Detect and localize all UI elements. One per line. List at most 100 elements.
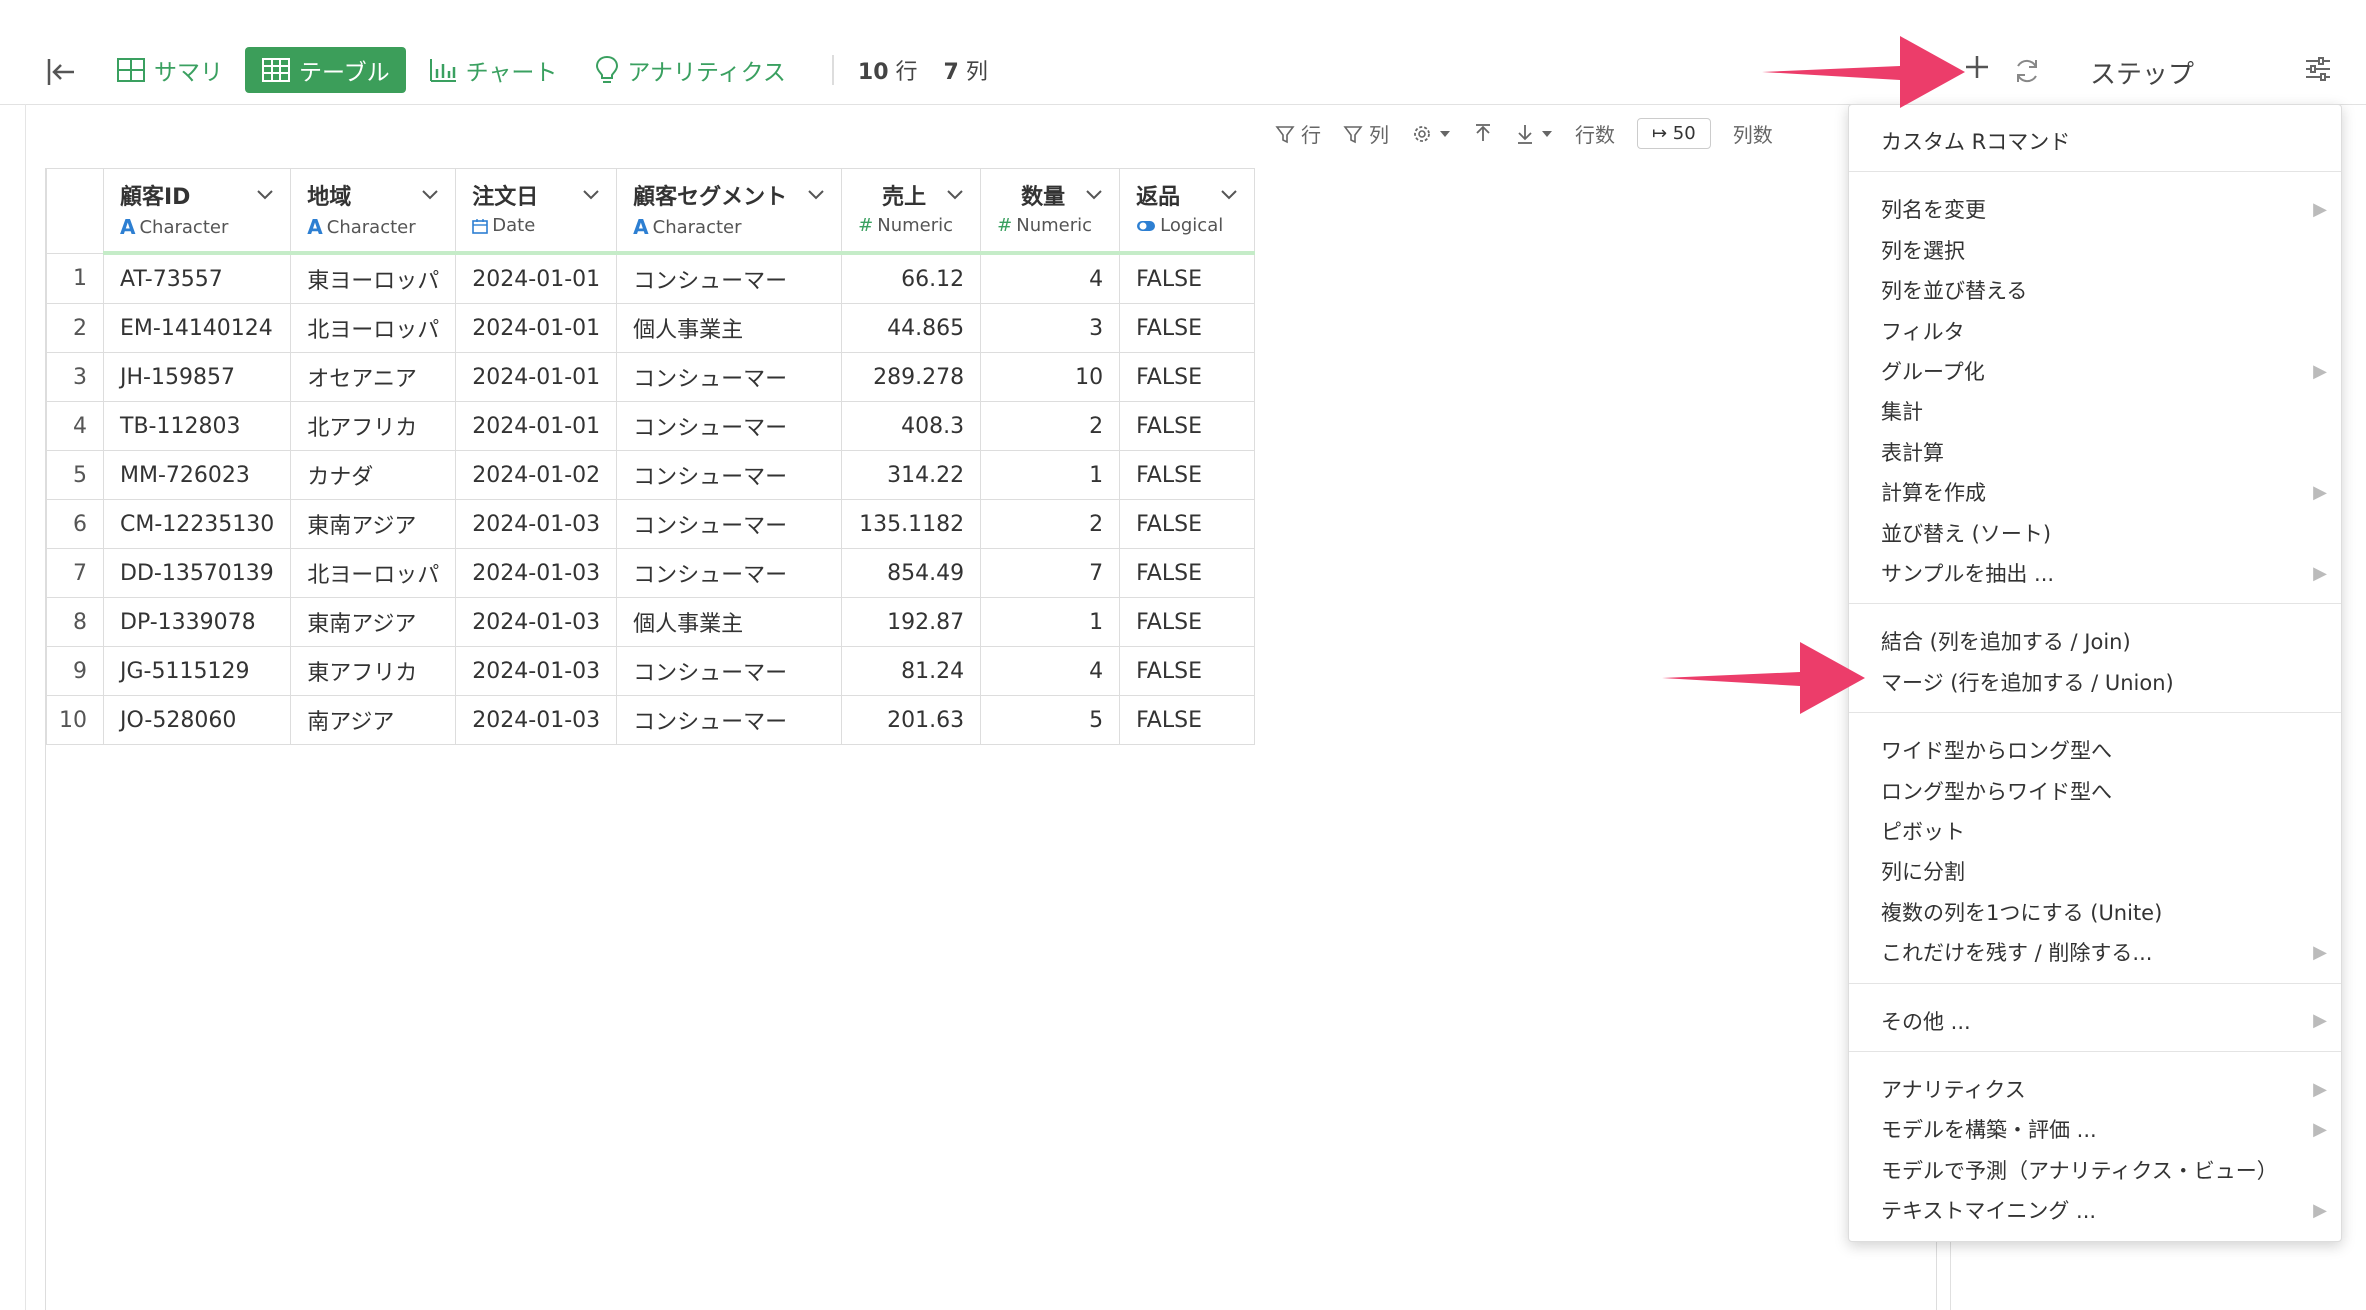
column-filter-button[interactable]: 列 bbox=[1343, 119, 1389, 148]
table-cell: 192.87 bbox=[841, 597, 982, 647]
numeric-type-icon: # bbox=[858, 215, 874, 236]
table-cell: 2024-01-03 bbox=[455, 597, 618, 647]
table-cell: 北ヨーロッパ bbox=[290, 303, 457, 353]
menu-item[interactable]: カスタム Rコマンド bbox=[1881, 123, 2327, 159]
tab-chart[interactable]: チャート bbox=[412, 47, 574, 93]
column-type-label: Character bbox=[652, 216, 742, 238]
menu-item[interactable]: 列を並び替える bbox=[1881, 272, 2327, 308]
menu-item[interactable]: 集計 bbox=[1881, 393, 2327, 429]
chevron-down-icon[interactable] bbox=[256, 189, 274, 201]
table-row: 8 DP-1339078 東南アジア 2024-01-03 個人事業主 192.87 1 FA… bbox=[46, 597, 1256, 647]
chevron-down-icon[interactable] bbox=[1220, 189, 1238, 201]
table-cell: 2024-01-03 bbox=[455, 548, 618, 598]
table-cell: 個人事業主 bbox=[616, 303, 843, 353]
menu-item[interactable]: 計算を作成 ▶ bbox=[1881, 474, 2327, 510]
menu-item[interactable]: ピボット bbox=[1881, 813, 2327, 849]
tab-analytics[interactable]: アナリティクス bbox=[579, 47, 801, 93]
menu-item[interactable]: サンプルを抽出 ... ▶ bbox=[1881, 555, 2327, 591]
lightbulb-icon bbox=[596, 55, 619, 83]
menu-item[interactable]: フィルタ bbox=[1881, 313, 2327, 349]
table-cell: 4 bbox=[980, 646, 1121, 696]
menu-item-label: テキストマイニング ... bbox=[1881, 1199, 2097, 1224]
menu-item[interactable]: グループ化 ▶ bbox=[1881, 353, 2327, 389]
column-header[interactable]: 顧客セグメント A Character bbox=[616, 168, 843, 255]
upload-icon[interactable] bbox=[1473, 123, 1493, 145]
settings-sliders-icon[interactable] bbox=[2304, 56, 2332, 82]
filter-icon bbox=[1275, 125, 1295, 143]
table-cell: 289.278 bbox=[841, 352, 982, 402]
menu-item[interactable]: モデルを構築・評価 ... ▶ bbox=[1881, 1111, 2327, 1147]
column-header[interactable]: 地域 A Character bbox=[290, 168, 457, 255]
menu-item[interactable]: マージ (行を追加する / Union) bbox=[1881, 664, 2327, 700]
menu-item-label: 集計 bbox=[1881, 400, 1923, 425]
menu-item[interactable]: 表計算 bbox=[1881, 434, 2327, 470]
row-col-counts: 10 行 7 列 bbox=[858, 54, 988, 86]
menu-item-label: 並び替え (ソート) bbox=[1881, 521, 2052, 546]
menu-item[interactable]: 結合 (列を追加する / Join) bbox=[1881, 623, 2327, 659]
column-header[interactable]: 返品 Logical bbox=[1119, 168, 1256, 255]
menu-item[interactable]: 列名を変更 ▶ bbox=[1881, 191, 2327, 227]
menu-item[interactable]: アナリティクス ▶ bbox=[1881, 1071, 2327, 1107]
chevron-down-icon[interactable] bbox=[807, 189, 825, 201]
table-cell: コンシューマー bbox=[616, 548, 843, 598]
tab-table[interactable]: テーブル bbox=[245, 47, 406, 93]
top-toolbar: サマリ テーブル チャート アナリティクス 10 行 7 列 bbox=[0, 0, 1950, 105]
row-index-header bbox=[46, 168, 104, 254]
download-button[interactable] bbox=[1515, 123, 1553, 145]
menu-item[interactable]: 列に分割 bbox=[1881, 853, 2327, 889]
menu-item[interactable]: ロング型からワイド型へ bbox=[1881, 773, 2327, 809]
menu-item[interactable]: モデルで予測（アナリティクス・ビュー） bbox=[1881, 1152, 2327, 1188]
table-row: 5 MM-726023 カナダ 2024-01-02 コンシューマー 314.22 1 FAL… bbox=[46, 450, 1256, 500]
table-cell: 2 bbox=[980, 401, 1121, 451]
row-count-input[interactable]: ↦ 50 bbox=[1637, 118, 1711, 149]
tab-summary[interactable]: サマリ bbox=[100, 47, 239, 93]
character-type-icon: A bbox=[633, 215, 649, 239]
column-name: 地域 bbox=[307, 185, 352, 210]
menu-item[interactable]: 並び替え (ソート) bbox=[1881, 515, 2327, 551]
chevron-down-icon[interactable] bbox=[582, 189, 600, 201]
column-header[interactable]: 顧客ID A Character bbox=[102, 168, 292, 255]
table-cell: カナダ bbox=[290, 450, 457, 500]
column-type-label: Numeric bbox=[877, 215, 954, 236]
chevron-down-icon[interactable] bbox=[946, 189, 964, 201]
row-filter-button[interactable]: 行 bbox=[1275, 119, 1321, 148]
caret-down-icon bbox=[1542, 130, 1552, 137]
table-cell: 東ヨーロッパ bbox=[290, 252, 457, 304]
menu-item-label: モデルを構築・評価 ... bbox=[1881, 1118, 2097, 1143]
chevron-down-icon[interactable] bbox=[421, 189, 439, 201]
menu-item[interactable]: テキストマイニング ... ▶ bbox=[1881, 1192, 2327, 1228]
menu-item-label: フィルタ bbox=[1881, 319, 1965, 344]
column-header[interactable]: 売上 # Numeric bbox=[841, 168, 982, 255]
table-cell: 2024-01-01 bbox=[455, 352, 618, 402]
menu-item-label: モデルで予測（アナリティクス・ビュー） bbox=[1881, 1158, 2278, 1183]
menu-item[interactable]: これだけを残す / 削除する... ▶ bbox=[1881, 934, 2327, 970]
menu-item[interactable]: 列を選択 bbox=[1881, 232, 2327, 268]
table-cell: FALSE bbox=[1119, 646, 1256, 696]
column-name: 注文日 bbox=[472, 185, 539, 210]
table-icon bbox=[262, 58, 290, 82]
submenu-arrow-icon: ▶ bbox=[2313, 360, 2327, 382]
column-name: 返品 bbox=[1136, 185, 1181, 210]
table-cell: FALSE bbox=[1119, 499, 1256, 549]
table-settings-button[interactable] bbox=[1411, 123, 1451, 145]
column-filter-label: 列 bbox=[1369, 123, 1389, 147]
table-cell: 2024-01-01 bbox=[455, 303, 618, 353]
collapse-panel-icon[interactable] bbox=[44, 55, 78, 89]
menu-item-label: 列を並び替える bbox=[1881, 279, 2028, 304]
submenu-arrow-icon: ▶ bbox=[2313, 1199, 2327, 1221]
table-cell: コンシューマー bbox=[616, 695, 843, 745]
table-cell: 7 bbox=[980, 548, 1121, 598]
refresh-icon[interactable] bbox=[2012, 56, 2042, 86]
row-index: 8 bbox=[46, 597, 104, 647]
table-toolbar: 行 列 行数 ↦ 50 列数 bbox=[1275, 118, 1773, 149]
column-header[interactable]: 注文日 Date bbox=[455, 168, 618, 255]
table-cell: JO-528060 bbox=[102, 695, 292, 745]
column-type-label: Character bbox=[139, 216, 229, 238]
column-type-label: Numeric bbox=[1016, 215, 1093, 236]
column-header[interactable]: 数量 # Numeric bbox=[980, 168, 1121, 255]
chevron-down-icon[interactable] bbox=[1085, 189, 1103, 201]
menu-item[interactable]: ワイド型からロング型へ bbox=[1881, 732, 2327, 768]
menu-item[interactable]: その他 ... ▶ bbox=[1881, 1003, 2327, 1039]
menu-item[interactable]: 複数の列を1つにする (Unite) bbox=[1881, 894, 2327, 930]
table-cell: 314.22 bbox=[841, 450, 982, 500]
